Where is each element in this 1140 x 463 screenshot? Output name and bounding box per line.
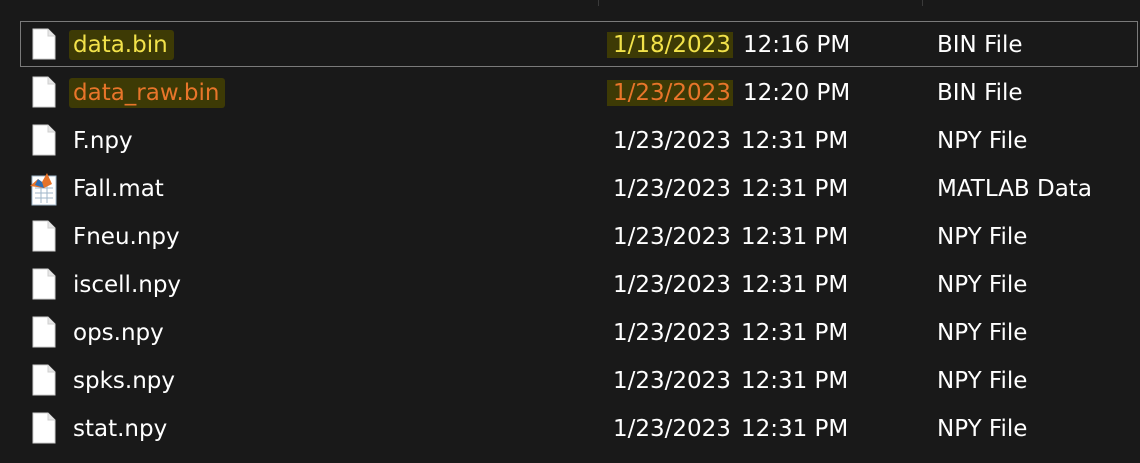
file-icon-graphic [32,28,56,60]
file-row[interactable]: F.npy 1/23/2023 12:31 PM NPY File [20,117,1138,163]
file-icon-graphic [32,220,56,252]
file-name[interactable]: iscell.npy [73,262,181,308]
date-text: 1/23/2023 [613,128,731,154]
file-name-text: Fneu.npy [73,224,180,250]
date-text: 1/23/2023 [613,272,731,298]
file-type: NPY File [937,368,1028,394]
file-name[interactable]: Fneu.npy [73,214,180,260]
file-row[interactable]: data.bin 1/18/2023 12:16 PM BIN File [20,21,1138,67]
time-text: 12:31 PM [740,128,849,154]
file-name-text: data.bin [69,30,174,60]
time-text: 12:31 PM [740,272,849,298]
file-row[interactable]: data_raw.bin 1/23/2023 12:20 PM BIN File [20,69,1138,115]
file-icon [32,70,62,116]
file-row[interactable]: spks.npy 1/23/2023 12:31 PM NPY File [20,357,1138,403]
time-text: 12:31 PM [740,320,849,346]
file-name-text: Fall.mat [73,176,164,202]
file-icon [32,406,62,452]
file-type: BIN File [937,80,1023,106]
matlab-icon-graphic [30,173,57,206]
date-text: 1/23/2023 [613,416,731,442]
date-modified: 1/18/2023 12:16 PM [607,22,851,68]
file-type: MATLAB Data [937,176,1092,202]
date-modified: 1/23/2023 12:20 PM [607,70,851,116]
file-icon-graphic [32,124,56,156]
file-icon [32,310,62,356]
file-icon-graphic [32,316,56,348]
date-modified: 1/23/2023 12:31 PM [613,358,848,404]
time-text: 12:31 PM [740,416,849,442]
column-divider[interactable] [922,0,923,6]
file-name-text: stat.npy [73,416,168,442]
file-name[interactable]: ops.npy [73,310,164,356]
file-name[interactable]: Fall.mat [73,166,164,212]
column-divider[interactable] [598,0,599,6]
file-type: NPY File [937,128,1028,154]
file-type: NPY File [937,416,1028,442]
file-list: data.bin 1/18/2023 12:16 PM BIN File data_ra… [0,0,1140,463]
file-icon [32,358,62,404]
date-modified: 1/23/2023 12:31 PM [613,262,848,308]
date-text: 1/18/2023 [607,32,733,58]
file-icon-graphic [32,364,56,396]
file-icon-graphic [32,76,56,108]
file-name-text: data_raw.bin [69,78,226,108]
date-modified: 1/23/2023 12:31 PM [613,406,848,452]
file-name[interactable]: data.bin [69,22,174,68]
file-type: BIN File [937,32,1023,58]
file-name-text: spks.npy [73,368,175,394]
file-type: NPY File [937,224,1028,250]
file-name-text: iscell.npy [73,272,182,298]
file-row[interactable]: Fneu.npy 1/23/2023 12:31 PM NPY File [20,213,1138,259]
file-icon [32,262,62,308]
file-name[interactable]: data_raw.bin [69,70,226,116]
time-text: 12:31 PM [740,368,849,394]
file-row[interactable]: ops.npy 1/23/2023 12:31 PM NPY File [20,309,1138,355]
date-modified: 1/23/2023 12:31 PM [613,118,848,164]
file-row[interactable]: iscell.npy 1/23/2023 12:31 PM NPY File [20,261,1138,307]
file-name[interactable]: stat.npy [73,406,167,452]
file-icon [32,22,62,68]
file-type: NPY File [937,320,1028,346]
date-text: 1/23/2023 [613,224,731,250]
file-row[interactable]: stat.npy 1/23/2023 12:31 PM NPY File [20,405,1138,451]
file-row[interactable]: Fall.mat 1/23/2023 12:31 PM MATLAB Data [20,165,1138,211]
file-name-text: ops.npy [73,320,164,346]
date-text: 1/23/2023 [613,320,731,346]
matlab-file-icon [29,166,59,212]
file-icon-graphic [32,268,56,300]
file-name[interactable]: F.npy [73,118,133,164]
date-modified: 1/23/2023 12:31 PM [613,166,848,212]
time-text: 12:31 PM [740,224,849,250]
time-text: 12:31 PM [740,176,849,202]
file-icon [32,118,62,164]
file-name[interactable]: spks.npy [73,358,175,404]
file-type: NPY File [937,272,1028,298]
date-text: 1/23/2023 [613,368,731,394]
file-name-text: F.npy [73,128,133,154]
time-text: 12:20 PM [742,80,851,106]
file-icon-graphic [32,412,56,444]
date-text: 1/23/2023 [607,80,733,106]
date-modified: 1/23/2023 12:31 PM [613,214,848,260]
time-text: 12:16 PM [742,32,851,58]
date-modified: 1/23/2023 12:31 PM [613,310,848,356]
date-text: 1/23/2023 [613,176,731,202]
file-icon [32,214,62,260]
